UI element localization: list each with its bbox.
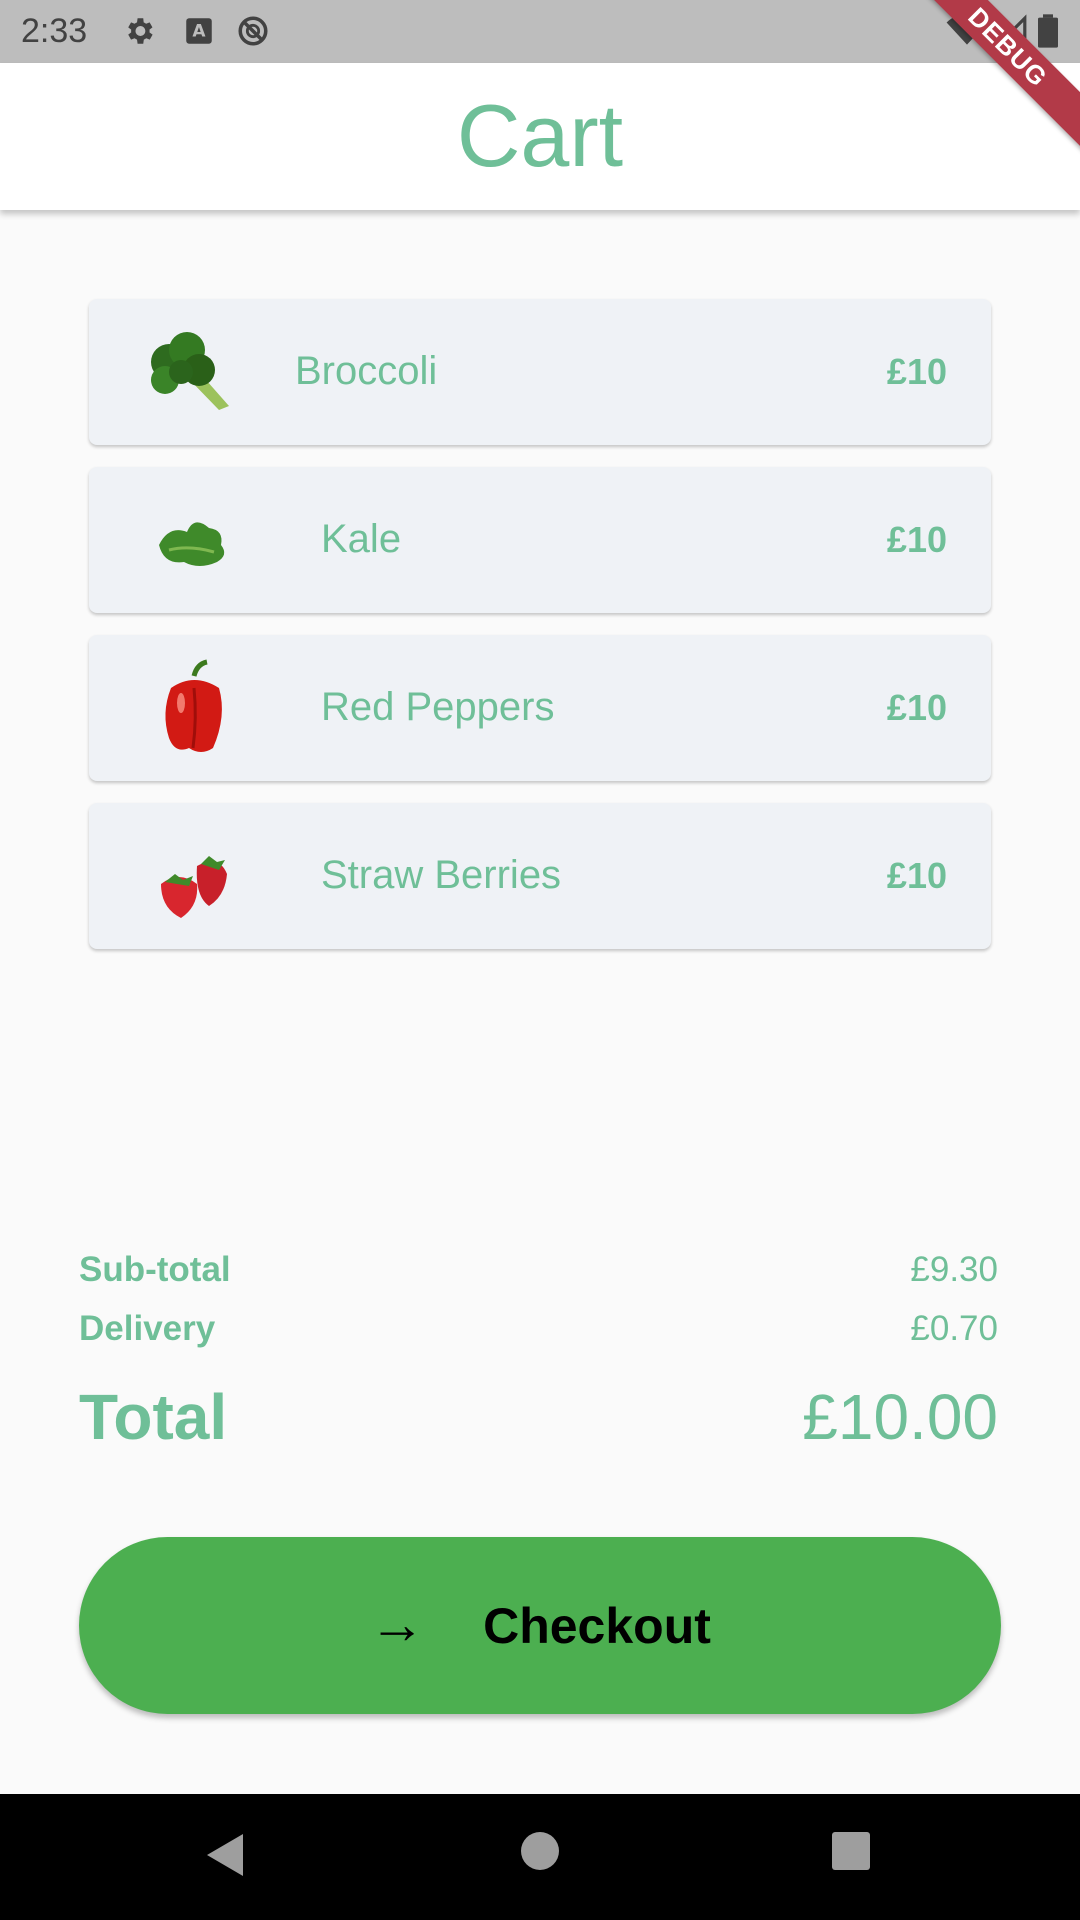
checkout-button[interactable]: → Checkout xyxy=(79,1537,1001,1714)
item-price: £10 xyxy=(886,687,947,728)
app-bar: Cart xyxy=(0,63,1080,210)
cart-item-red-peppers[interactable]: Red Peppers £10 xyxy=(89,635,991,781)
subtotal-label: Sub-total xyxy=(79,1250,231,1289)
item-price: £10 xyxy=(886,351,947,392)
status-time: 2:33 xyxy=(21,12,88,50)
item-name: Kale xyxy=(321,517,402,561)
kale-image xyxy=(159,522,225,566)
total-value: £10.00 xyxy=(802,1381,998,1453)
settings-icon xyxy=(128,18,153,44)
red-pepper-image xyxy=(165,659,222,752)
checkout-label: Checkout xyxy=(483,1597,711,1654)
item-price: £10 xyxy=(886,519,947,560)
cart-item-kale[interactable]: Kale £10 xyxy=(89,467,991,613)
back-icon[interactable] xyxy=(205,1832,245,1878)
keyboard-a-icon: A xyxy=(186,18,212,44)
item-name: Broccoli xyxy=(295,349,438,393)
item-price: £10 xyxy=(886,855,947,896)
item-name: Straw Berries xyxy=(321,853,562,897)
broccoli-image xyxy=(151,332,229,410)
subtotal-value: £9.30 xyxy=(910,1250,998,1289)
arrow-right-icon: → xyxy=(369,1592,426,1655)
sync-disabled-icon xyxy=(238,16,268,46)
item-name: Red Peppers xyxy=(321,685,555,729)
cart-item-broccoli[interactable]: Broccoli £10 xyxy=(89,299,991,445)
battery-icon xyxy=(1038,14,1058,48)
total-label: Total xyxy=(79,1381,228,1453)
cart-item-straw-berries[interactable]: Straw Berries £10 xyxy=(89,803,991,949)
delivery-value: £0.70 xyxy=(910,1309,998,1348)
status-bar: 2:33 A xyxy=(0,0,1080,63)
page-title: Cart xyxy=(456,86,624,185)
home-icon[interactable] xyxy=(521,1832,559,1870)
navigation-bar xyxy=(0,1794,1080,1920)
delivery-label: Delivery xyxy=(79,1309,216,1348)
svg-text:A: A xyxy=(192,22,206,42)
recent-apps-icon[interactable] xyxy=(832,1832,870,1870)
strawberries-image xyxy=(161,856,227,918)
